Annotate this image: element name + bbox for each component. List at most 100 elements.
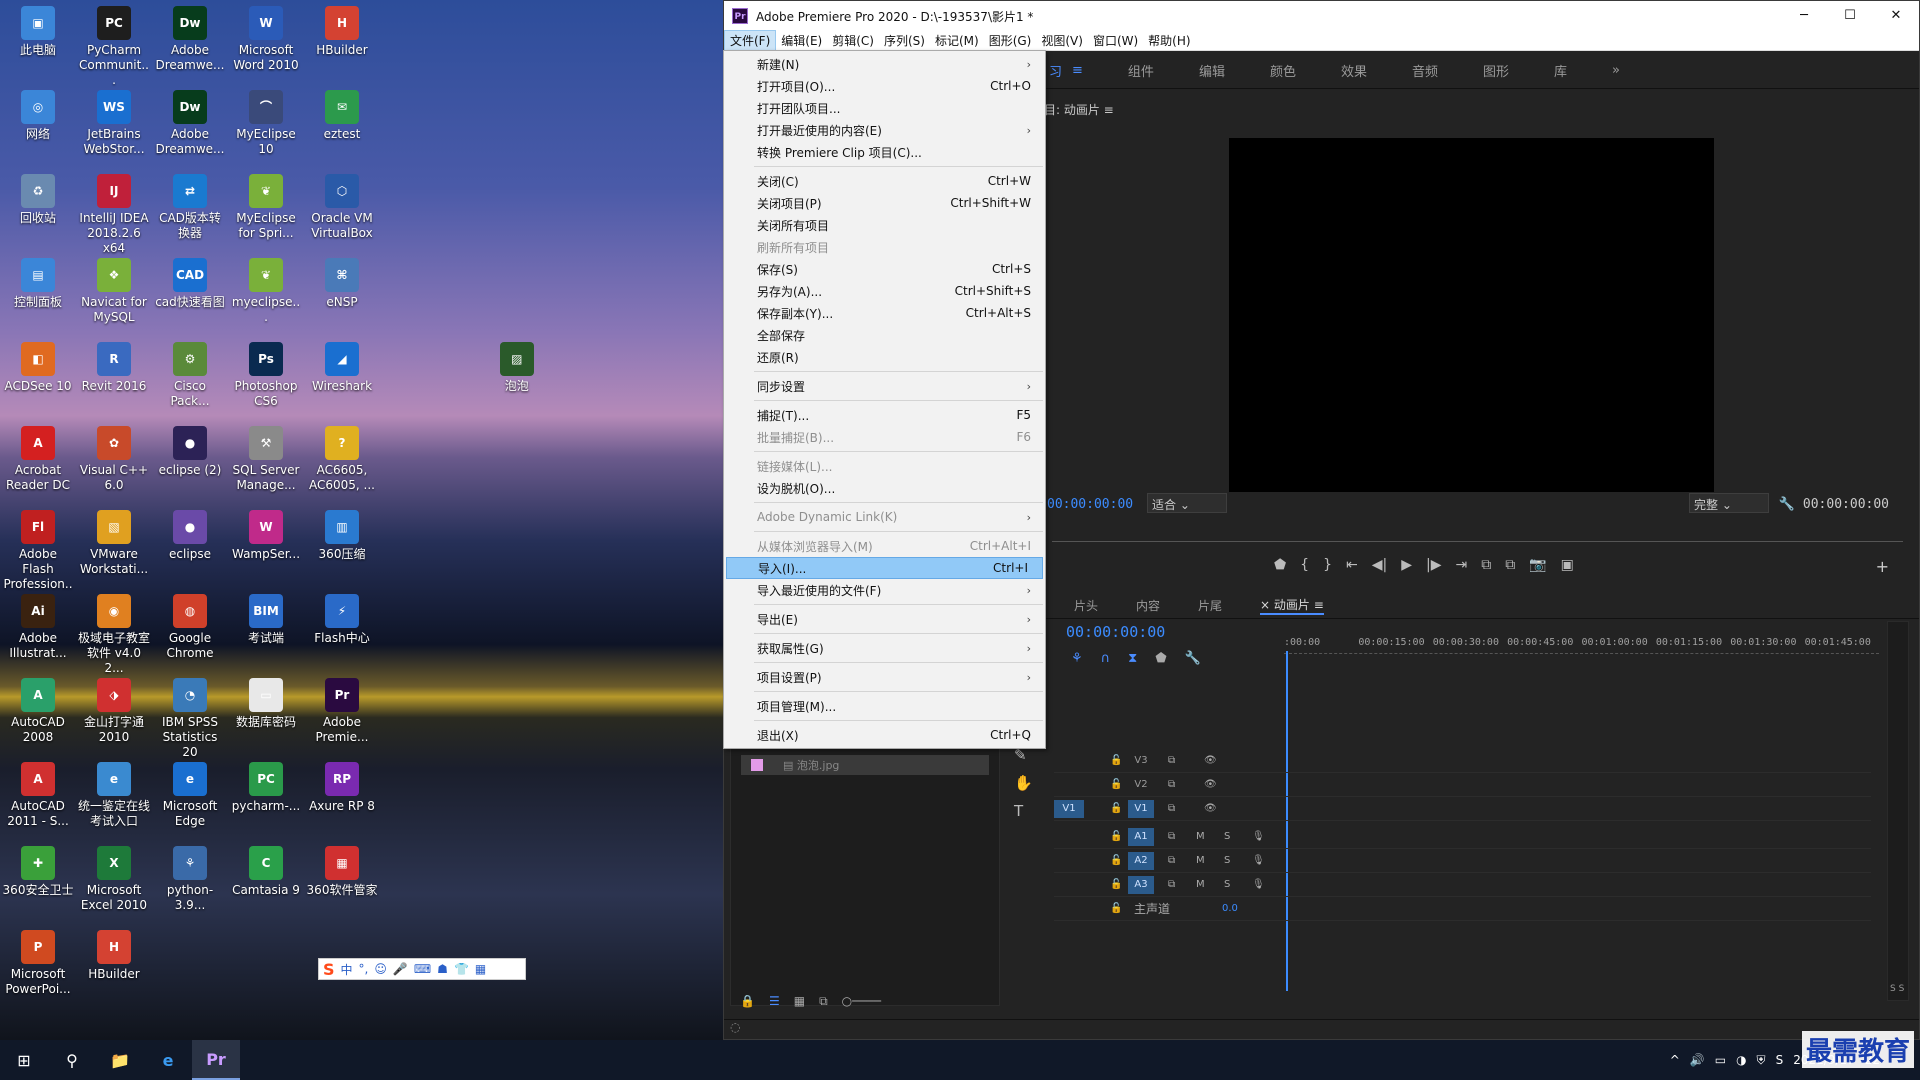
premiere-taskbar-icon[interactable]: Pr (192, 1040, 240, 1080)
track-lock-icon[interactable]: 🔓 (1110, 803, 1128, 814)
mute-button[interactable]: M (1196, 831, 1218, 842)
desktop-icon[interactable]: Ai Adobe Illustrat... (0, 590, 76, 661)
resolution-select[interactable]: 完整 ⌄ (1689, 493, 1769, 513)
master-volume-value[interactable]: 0.0 (1222, 903, 1238, 914)
file-menu-item[interactable]: 设为脱机(O)... (724, 477, 1045, 499)
desktop-icon[interactable]: X Microsoft Excel 2010 (76, 842, 152, 913)
menu-item[interactable]: 编辑(E) (776, 31, 827, 51)
menu-item[interactable]: 窗口(W) (1088, 31, 1143, 51)
desktop-icon[interactable]: ⚒ SQL Server Manage... (228, 422, 304, 493)
timeline-tab[interactable]: 内容 (1136, 597, 1160, 614)
file-explorer-icon[interactable]: 📁 (96, 1040, 144, 1080)
desktop-icon[interactable]: ⚙ Cisco Pack... (152, 338, 228, 409)
track-lock-icon[interactable]: 🔓 (1110, 879, 1128, 890)
ime-item[interactable]: ☗ (437, 962, 448, 976)
desktop-icon[interactable]: ⬗ 金山打字通 2010 (76, 674, 152, 745)
desktop-icon[interactable]: BIM 考试端 (228, 590, 304, 646)
ime-item[interactable]: 🎤 (393, 962, 408, 976)
desktop-icon[interactable]: ▣ 此电脑 (0, 2, 76, 58)
edge-icon[interactable]: e (144, 1040, 192, 1080)
workspace-tab[interactable]: 图形 (1483, 61, 1509, 80)
button-editor-plus-button[interactable]: + (1876, 557, 1889, 576)
desktop-icon[interactable]: ◧ ACDSee 10 (0, 338, 76, 394)
transport-button[interactable]: ◀| (1372, 557, 1387, 573)
file-menu-item[interactable]: 项目管理(M)... (724, 695, 1045, 717)
wrench-icon[interactable]: 🔧 (1779, 497, 1795, 512)
desktop-icon[interactable]: ● eclipse (152, 506, 228, 562)
source-patch[interactable] (1054, 876, 1084, 894)
workspace-tab[interactable]: 组件 (1128, 61, 1154, 80)
desktop-icon[interactable]: ◢ Wireshark (304, 338, 380, 394)
timeline-settings-icon[interactable]: 🔧 (1185, 651, 1201, 666)
desktop-icon[interactable]: CAD cad快速看图 (152, 254, 228, 310)
tray-icon[interactable]: ▭ (1715, 1053, 1726, 1067)
desktop-icon[interactable]: ✉ eztest (304, 86, 380, 142)
track-name[interactable]: V3 (1128, 752, 1154, 770)
desktop-icon[interactable]: ◎ 网络 (0, 86, 76, 142)
sync-lock-icon[interactable]: ⧉ (1168, 831, 1190, 842)
transport-button[interactable]: ⧉ (1481, 557, 1491, 573)
ime-item[interactable]: ☺ (374, 962, 387, 976)
desktop-icon[interactable]: W WampSer... (228, 506, 304, 562)
source-patch[interactable] (1054, 828, 1084, 846)
lock-icon[interactable]: 🔒 (740, 994, 755, 1008)
desktop-icon[interactable]: ◉ 极域电子教室软件 v4.0 2... (76, 590, 152, 676)
desktop-icon[interactable]: WS JetBrains WebStor... (76, 86, 152, 157)
file-menu-item[interactable]: 关闭所有项目 (724, 214, 1045, 236)
timeline-tab[interactable]: 片头 (1074, 597, 1098, 614)
ime-item[interactable]: S (323, 960, 335, 979)
transport-button[interactable]: ⧉ (1505, 557, 1515, 573)
workspace-tab[interactable]: » (1612, 63, 1620, 78)
tray-icon[interactable]: ◑ (1736, 1053, 1746, 1067)
microphone-icon[interactable]: 🎙 (1252, 855, 1274, 866)
tray-icon[interactable]: ^ (1670, 1053, 1680, 1067)
program-timecode[interactable]: 00:00:00:00 (1047, 497, 1133, 512)
menu-item[interactable]: 标记(M) (930, 31, 984, 51)
mute-button[interactable]: M (1196, 879, 1218, 890)
transport-button[interactable]: ▶ (1401, 557, 1412, 573)
add-marker-icon[interactable]: ⬟ (1155, 651, 1166, 666)
desktop-icon[interactable]: A AutoCAD 2011 - S... (0, 758, 76, 829)
desktop-icon[interactable]: ⬡ Oracle VM VirtualBox (304, 170, 380, 241)
start-button[interactable]: ⊞ (0, 1040, 48, 1080)
desktop-icon[interactable]: RP Axure RP 8 (304, 758, 380, 814)
desktop-icon[interactable]: PC PyCharm Communit... (76, 2, 152, 88)
desktop-icon[interactable]: PC pycharm-... (228, 758, 304, 814)
nest-icon[interactable]: ⚘ (1071, 651, 1083, 666)
menu-item[interactable]: 图形(G) (984, 31, 1037, 51)
track-name[interactable]: V1 (1128, 799, 1154, 818)
meter-solo-label[interactable]: S S (1890, 984, 1904, 994)
tray-icon[interactable]: ⛨ (1757, 1053, 1766, 1068)
ime-item[interactable]: ▦ (475, 962, 486, 976)
search-icon[interactable]: ⚲ (48, 1040, 96, 1080)
desktop-icon[interactable]: ▥ 360压缩 (304, 506, 380, 562)
file-menu-item[interactable]: 同步设置 › (724, 375, 1045, 397)
desktop-icon[interactable]: ⇄ CAD版本转换器 (152, 170, 228, 241)
desktop-icon[interactable]: ✿ Visual C++ 6.0 (76, 422, 152, 493)
snap-icon[interactable]: ∩ (1101, 651, 1111, 666)
type-tool-icon[interactable]: T (1014, 802, 1033, 820)
desktop-icon[interactable]: ▨ 泡泡 (479, 338, 555, 394)
ime-item[interactable]: 👕 (454, 962, 469, 976)
desktop-icon[interactable]: ❦ myeclipse... (228, 254, 304, 325)
list-view-icon[interactable]: ☰ (769, 994, 780, 1008)
workspace-tab[interactable]: 编辑 (1199, 61, 1225, 80)
source-patch[interactable] (1054, 776, 1084, 794)
desktop-icon[interactable]: P Microsoft PowerPoi... (0, 926, 76, 997)
workspace-tab[interactable]: 颜色 (1270, 61, 1296, 80)
desktop-icon[interactable]: H HBuilder (76, 926, 152, 982)
desktop-icon[interactable]: Dw Adobe Dreamwe... (152, 2, 228, 73)
eye-icon[interactable]: 👁 (1204, 803, 1226, 814)
solo-button[interactable]: S (1224, 879, 1246, 890)
track-name[interactable]: A2 (1128, 851, 1154, 870)
desktop-icon[interactable]: W Microsoft Word 2010 (228, 2, 304, 73)
workspace-tab[interactable]: 音频 (1412, 61, 1438, 80)
file-menu-item[interactable]: 获取属性(G) › (724, 637, 1045, 659)
tray-icon[interactable]: 🔊 (1690, 1053, 1705, 1067)
microphone-icon[interactable]: 🎙 (1252, 831, 1274, 842)
transport-button[interactable]: ⇥ (1456, 557, 1468, 573)
fit-select[interactable]: 适合 ⌄ (1147, 493, 1227, 513)
track-lock-icon[interactable]: 🔓 (1110, 855, 1128, 866)
file-menu-item[interactable]: 还原(R) (724, 346, 1045, 368)
transport-button[interactable]: } (1323, 557, 1332, 573)
